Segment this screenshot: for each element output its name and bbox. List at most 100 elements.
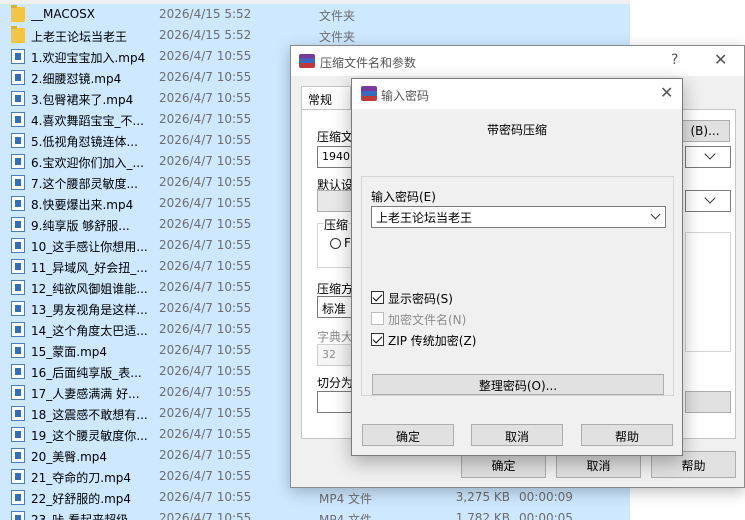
file-size: 3,275 KB	[455, 490, 510, 504]
file-name: 15_蒙面.mp4	[31, 345, 108, 359]
file-date: 2026/4/7 10:55	[159, 385, 252, 399]
tab-general[interactable]: 常规	[301, 86, 351, 110]
file-name: 3.包臀裙来了.mp4	[31, 93, 134, 107]
zip-legacy-checkbox[interactable]	[371, 333, 384, 346]
archive-name-label: 压缩文	[317, 130, 354, 144]
options-groupbox	[685, 232, 731, 352]
split-label: 切分为	[317, 376, 354, 390]
dialog-title: 压缩文件名和参数	[320, 56, 417, 70]
file-date: 2026/4/15 5:52	[159, 7, 252, 21]
password-cancel-button[interactable]: 取消	[471, 424, 563, 446]
file-name: 上老王论坛当老王	[31, 30, 128, 44]
file-duration: 00:00:09	[519, 490, 573, 504]
file-name: 10_这手感让你想用...	[31, 240, 148, 254]
archive-name-dropdown[interactable]	[685, 146, 731, 168]
video-file-icon	[11, 112, 25, 127]
file-date: 2026/4/7 10:55	[159, 154, 252, 168]
file-date: 2026/4/7 10:55	[159, 259, 252, 273]
file-date: 2026/4/7 10:55	[159, 280, 252, 294]
chevron-down-icon	[650, 209, 661, 220]
file-name: 9.纯享版 够舒服...	[31, 219, 130, 233]
file-name: 23_咔 看起来超级...	[31, 513, 140, 520]
method-label: 压缩方	[317, 282, 354, 296]
video-file-icon	[11, 259, 25, 274]
show-password-checkbox[interactable]	[371, 291, 384, 304]
password-help-button[interactable]: 帮助	[581, 424, 673, 446]
file-date: 2026/4/7 10:55	[159, 238, 252, 252]
video-file-icon	[11, 49, 25, 64]
video-file-icon	[11, 469, 25, 484]
chevron-down-icon	[704, 192, 716, 204]
file-name: 11_异域风_好会扭_...	[31, 261, 148, 275]
video-file-icon	[11, 217, 25, 232]
file-type: 文件夹	[319, 9, 356, 23]
video-file-icon	[11, 427, 25, 442]
video-file-icon	[11, 490, 25, 505]
update-mode-dropdown[interactable]	[685, 190, 731, 212]
video-file-icon	[11, 196, 25, 211]
video-file-icon	[11, 385, 25, 400]
password-dialog-titlebar[interactable]: 输入密码 ✕	[352, 79, 682, 109]
video-file-icon	[11, 343, 25, 358]
file-date: 2026/4/7 10:55	[159, 49, 252, 63]
enter-password-label: 输入密码(E)	[371, 190, 436, 204]
file-name: 6.宝欢迎你们加入_...	[31, 156, 144, 170]
folder-row[interactable]: 上老王论坛当老王 2026/4/15 5:52 文件夹	[0, 25, 630, 46]
file-name: 20_美臀.mp4	[31, 450, 108, 464]
chevron-down-icon	[704, 148, 716, 160]
close-icon[interactable]: ✕	[714, 50, 727, 69]
encrypt-filenames-checkbox[interactable]	[371, 312, 384, 325]
file-name: 22_好舒服的.mp4	[31, 492, 132, 506]
file-name: 14_这个角度太巴适...	[31, 324, 148, 338]
video-file-icon	[11, 301, 25, 316]
file-date: 2026/4/7 10:55	[159, 112, 252, 126]
browse-button[interactable]: (B)...	[680, 120, 730, 142]
video-file-icon	[11, 70, 25, 85]
password-dialog-title: 输入密码	[381, 89, 430, 103]
file-date: 2026/4/7 10:55	[159, 133, 252, 147]
file-duration: 00:00:05	[519, 511, 573, 520]
video-file-icon	[11, 154, 25, 169]
file-name: 19_这个腰灵敏度你...	[31, 429, 148, 443]
file-name: 13_男友视角是这样...	[31, 303, 148, 317]
folder-icon	[11, 5, 25, 22]
password-value: 上老王论坛当老王	[376, 211, 473, 225]
dict-size-label: 字典大	[317, 330, 354, 344]
file-name: 21_夺命的刀.mp4	[31, 471, 132, 485]
file-date: 2026/4/7 10:55	[159, 70, 252, 84]
file-name: 16_后面纯享版_表...	[31, 366, 142, 380]
file-row[interactable]: 23_咔 看起来超级... 2026/4/7 10:55 MP4 文件 1,782 K…	[0, 508, 630, 520]
file-date: 2026/4/7 10:55	[159, 448, 252, 462]
file-date: 2026/4/7 10:55	[159, 364, 252, 378]
file-name: 17_人妻感满满 好...	[31, 387, 140, 401]
folder-row[interactable]: __MACOSX 2026/4/15 5:52 文件夹	[0, 4, 630, 25]
file-name: 8.快要爆出来.mp4	[31, 198, 134, 212]
close-icon[interactable]: ✕	[660, 83, 673, 102]
show-password-label: 显示密码(S)	[388, 292, 453, 306]
winrar-icon	[299, 54, 315, 68]
password-ok-button[interactable]: 确定	[362, 424, 454, 446]
dialog-titlebar[interactable]: 压缩文件名和参数 ? ✕	[291, 46, 744, 76]
file-row[interactable]: 22_好舒服的.mp4 2026/4/7 10:55 MP4 文件 3,275 KB 0…	[0, 487, 630, 508]
password-heading: 带密码压缩	[486, 123, 547, 137]
video-file-icon	[11, 238, 25, 253]
file-date: 2026/4/7 10:55	[159, 511, 252, 520]
video-file-icon	[11, 322, 25, 337]
video-file-icon	[11, 448, 25, 463]
password-input[interactable]: 上老王论坛当老王	[371, 206, 666, 228]
zip-legacy-label: ZIP 传统加密(Z)	[388, 334, 477, 348]
file-name: 7.这个腰部灵敏度...	[31, 177, 138, 191]
file-date: 2026/4/7 10:55	[159, 175, 252, 189]
file-date: 2026/4/7 10:55	[159, 91, 252, 105]
file-date: 2026/4/7 10:55	[159, 469, 252, 483]
format-radio[interactable]	[330, 238, 341, 249]
set-password-button[interactable]	[685, 391, 731, 413]
file-name: __MACOSX	[31, 7, 96, 21]
video-file-icon	[11, 406, 25, 421]
format-radio-label: F	[344, 236, 351, 250]
organize-passwords-button[interactable]: 整理密码(O)...	[372, 374, 664, 395]
file-name: 18_这震感不敢想有...	[31, 408, 148, 422]
file-date: 2026/4/7 10:55	[159, 217, 252, 231]
help-icon[interactable]: ?	[671, 52, 678, 68]
file-date: 2026/4/7 10:55	[159, 427, 252, 441]
